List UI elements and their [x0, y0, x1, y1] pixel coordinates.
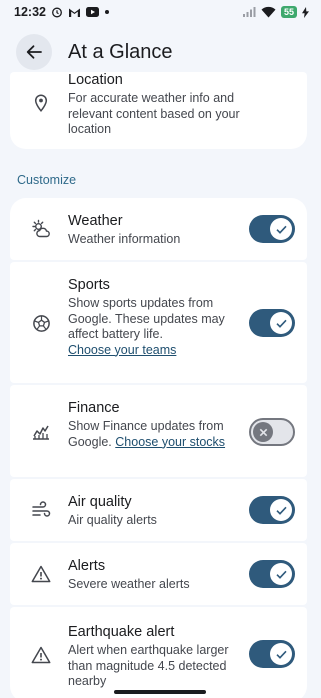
status-bar: 12:32 55 [0, 0, 321, 24]
choose-stocks-link[interactable]: Choose your stocks [115, 435, 225, 449]
weather-icon [31, 219, 51, 239]
youtube-icon [85, 7, 99, 17]
choose-teams-link[interactable]: Choose your teams [68, 343, 176, 357]
page-title: At a Glance [68, 40, 173, 63]
setting-finance[interactable]: Finance Show Finance updates from Google… [10, 385, 307, 477]
earthquake-description: Alert when earthquake larger than magnit… [68, 643, 229, 688]
alarm-icon [51, 6, 63, 18]
setting-sports[interactable]: Sports Show sports updates from Google. … [10, 262, 307, 383]
weather-description: Weather information [68, 232, 181, 246]
back-button[interactable] [16, 34, 52, 70]
battery-level: 55 [280, 6, 297, 18]
sports-description: Show sports updates from Google. These u… [68, 296, 225, 357]
finance-title: Finance [68, 400, 120, 416]
setting-earthquake-alert[interactable]: Earthquake alert Alert when earthquake l… [10, 607, 307, 698]
alerts-description: Severe weather alerts [68, 577, 190, 591]
weather-toggle[interactable] [249, 215, 295, 243]
air-quality-title: Air quality [68, 494, 132, 510]
location-title: Location [68, 72, 123, 88]
setting-weather[interactable]: Weather Weather information [10, 198, 307, 260]
cellular-signal-icon [242, 6, 256, 18]
wifi-icon [261, 6, 276, 18]
charging-bolt-icon [302, 6, 309, 18]
status-time: 12:32 [14, 5, 46, 19]
check-icon [275, 225, 287, 234]
warning-icon [31, 645, 51, 665]
alerts-toggle[interactable] [249, 560, 295, 588]
setting-air-quality[interactable]: Air quality Air quality alerts [10, 479, 307, 541]
earthquake-toggle[interactable] [249, 640, 295, 668]
finance-toggle[interactable] [249, 418, 295, 446]
weather-title: Weather [68, 213, 123, 229]
location-setting[interactable]: Location For accurate weather info and r… [10, 72, 307, 149]
air-quality-description: Air quality alerts [68, 513, 157, 527]
warning-icon [31, 564, 51, 584]
close-icon [259, 428, 267, 436]
air-quality-icon [31, 500, 51, 520]
check-icon [275, 319, 287, 328]
home-indicator[interactable] [114, 690, 206, 694]
check-icon [275, 570, 287, 579]
location-description: For accurate weather info and relevant c… [68, 91, 240, 136]
finance-chart-icon [31, 422, 51, 442]
check-icon [275, 506, 287, 515]
location-pin-icon [31, 93, 51, 113]
air-quality-toggle[interactable] [249, 496, 295, 524]
gmail-icon [68, 7, 81, 18]
check-icon [275, 650, 287, 659]
earthquake-title: Earthquake alert [68, 624, 175, 640]
app-bar: At a Glance [0, 30, 321, 74]
setting-alerts[interactable]: Alerts Severe weather alerts [10, 543, 307, 605]
notification-dot-icon [104, 9, 110, 15]
sports-ball-icon [31, 313, 51, 333]
sports-title: Sports [68, 277, 110, 293]
alerts-title: Alerts [68, 558, 106, 574]
arrow-back-icon [26, 45, 42, 59]
sports-toggle[interactable] [249, 309, 295, 337]
section-header-customize: Customize [17, 173, 77, 187]
finance-description: Show Finance updates from Google. Choose… [68, 419, 226, 449]
